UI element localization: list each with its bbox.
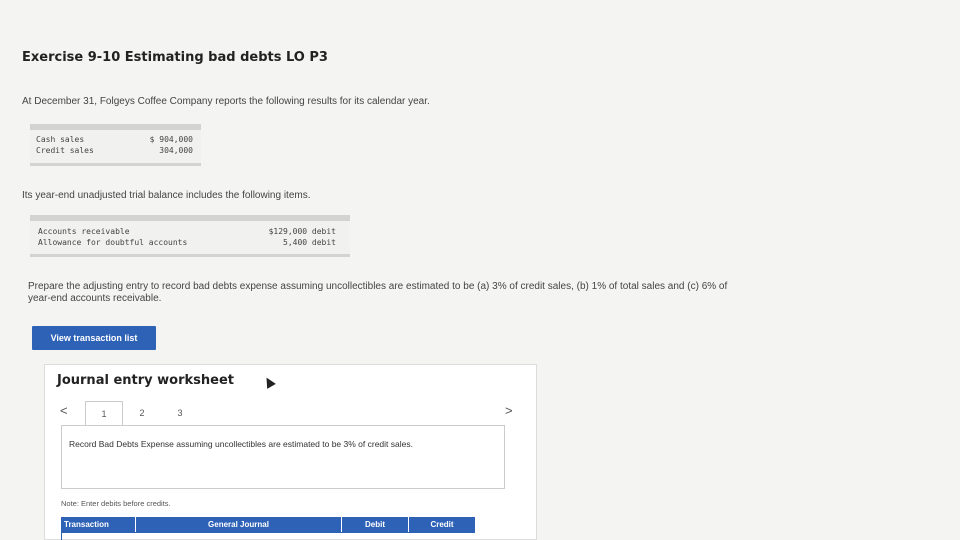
chevron-left-icon[interactable]: < — [60, 403, 68, 418]
row-label: Cash sales — [36, 135, 85, 144]
trial-balance-intro: Its year-end unadjusted trial balance in… — [22, 190, 311, 201]
journal-entry-worksheet: Journal entry worksheet < 1 2 3 > Record… — [44, 364, 537, 540]
table-row: Cash sales $ 904,000 — [36, 134, 195, 145]
row-value: $129,000 debit — [268, 227, 336, 236]
step-tab-3[interactable]: 3 — [161, 401, 199, 425]
column-header-credit: Credit — [430, 520, 454, 529]
instruction-text: Record Bad Debts Expense assuming uncoll… — [69, 439, 413, 449]
journal-table-header: Transaction General Journal Debit Credit — [61, 517, 475, 532]
column-header-debit: Debit — [342, 517, 409, 532]
table-row: Credit sales 304,000 — [36, 145, 195, 156]
exercise-title: Exercise 9-10 Estimating bad debts LO P3 — [22, 50, 328, 65]
chevron-right-icon[interactable]: > — [505, 403, 513, 418]
worksheet-title: Journal entry worksheet — [57, 373, 234, 388]
row-label: Allowance for doubtful accounts — [38, 238, 188, 247]
row-label: Accounts receivable — [38, 227, 130, 236]
column-header-general-journal: General Journal — [136, 517, 342, 532]
row-label: Credit sales — [36, 146, 94, 155]
row-value: 5,400 debit — [283, 238, 336, 247]
table-row: Allowance for doubtful accounts 5,400 de… — [38, 237, 342, 248]
mouse-cursor-icon — [262, 375, 276, 389]
intro-text: At December 31, Folgeys Coffee Company r… — [22, 96, 430, 107]
row-value: $ 904,000 — [149, 135, 193, 144]
column-header-transaction: Transaction — [61, 517, 136, 532]
sales-table: Cash sales $ 904,000 Credit sales 304,00… — [30, 124, 201, 166]
instruction-box: Record Bad Debts Expense assuming uncoll… — [61, 425, 505, 489]
note-text: Note: Enter debits before credits. — [61, 499, 171, 508]
step-tabs: 1 2 3 — [85, 401, 199, 425]
prepare-instructions: Prepare the adjusting entry to record ba… — [28, 281, 728, 304]
step-tab-1[interactable]: 1 — [85, 401, 123, 425]
table-row[interactable] — [61, 532, 475, 540]
trial-balance-table: Accounts receivable $129,000 debit Allow… — [30, 215, 350, 257]
view-transaction-list-button[interactable]: View transaction list — [32, 326, 156, 350]
step-tab-2[interactable]: 2 — [123, 401, 161, 425]
row-value: 304,000 — [159, 146, 193, 155]
table-row: Accounts receivable $129,000 debit — [38, 226, 342, 237]
